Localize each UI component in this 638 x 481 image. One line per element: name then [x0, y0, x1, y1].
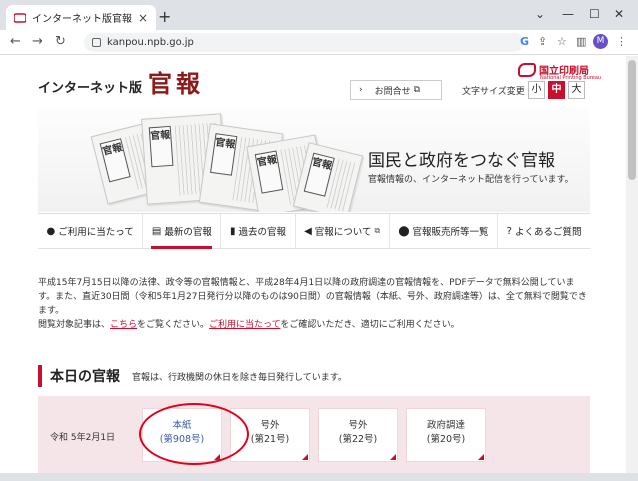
today-issues-panel: 令和 5年2月1日 本紙 (第908号) 号外 (第21号) 号外 (第22号)… [38, 396, 590, 473]
main-nav: ● ご利用に当たって ▤ 最新の官報 ▮ 過去の官報 ◀ 官報について ⧉ ⬤ … [38, 213, 590, 249]
font-size-large-button[interactable]: 大 [568, 81, 585, 99]
lock-icon [92, 38, 101, 47]
font-size-medium-button[interactable]: 中 [548, 81, 565, 99]
reload-icon[interactable]: ↻ [55, 34, 66, 49]
question-icon: ? [506, 225, 512, 237]
menu-dots-icon[interactable]: ⋮ [616, 35, 627, 48]
forward-icon[interactable]: → [32, 34, 43, 49]
today-description: 官報は、行政機関の休日を除き毎日発行しています。 [132, 372, 347, 383]
close-tab-icon[interactable]: × [138, 11, 148, 25]
issue-procurement-button[interactable]: 政府調達 (第20号) [406, 408, 486, 462]
nav-sales-offices[interactable]: ⬤ 官報販売所等一覧 [390, 214, 499, 248]
map-pin-icon: ⬤ [398, 225, 410, 237]
corner-arrow-icon [478, 454, 484, 460]
issue-date: 令和 5年2月1日 [50, 433, 116, 443]
logo-main: 官報 [148, 69, 205, 98]
font-size-label: 文字サイズ変更 [462, 87, 525, 97]
profile-avatar[interactable]: M [593, 34, 608, 49]
browser-tab-bar: インターネット版官報 × + ⌄ — ☐ ✕ [0, 0, 638, 30]
nav-about[interactable]: ◀ 官報について ⧉ [296, 214, 390, 248]
intro-paragraph: 平成15年7月15日以降の法律、政令等の官報情報と、平成28年4月1日以降の政府… [38, 278, 587, 316]
tab-search-icon[interactable]: ⌄ [535, 7, 545, 21]
chevron-right-icon: › [359, 85, 363, 95]
hero-banner: 官報 官報 官報 官報 官報 国民と政府をつなぐ官報 官報情報の、インターネット… [38, 108, 590, 212]
book-icon: ▮ [229, 225, 236, 237]
address-toolbar: ← → ↻ kanpou.npb.go.jp G ⇪ ☆ ▥ ⋮ [0, 30, 638, 55]
share-icon[interactable]: ⇪ [538, 35, 547, 48]
nav-usage-guide[interactable]: ● ご利用に当たって [38, 214, 144, 248]
scrollbar-thumb[interactable] [628, 60, 636, 180]
window-bottom-edge [0, 473, 638, 481]
tab-title: インターネット版官報 [32, 14, 132, 25]
site-favicon-icon [14, 12, 26, 23]
contact-button[interactable]: › お問合せ ⧉ [350, 80, 442, 100]
page-viewport: インターネット版 官報 国立印刷局 National Printing Bure… [0, 56, 626, 473]
today-title: 本日の官報 [50, 369, 120, 385]
page-scrollbar[interactable] [626, 56, 638, 473]
megaphone-icon: ◀ [304, 225, 312, 237]
google-icon[interactable]: G [520, 35, 529, 48]
logo-prefix: インターネット版 [38, 81, 143, 96]
maximize-icon[interactable]: ☐ [589, 7, 600, 21]
new-tab-button[interactable]: + [158, 7, 171, 26]
nav-archive[interactable]: ▮ 過去の官報 [221, 214, 296, 248]
corner-arrow-icon [302, 454, 308, 460]
intro-text: 平成15年7月15日以降の法律、政令等の官報情報と、平成28年4月1日以降の政府… [38, 276, 590, 332]
minimize-icon[interactable]: — [562, 7, 574, 21]
nav-latest[interactable]: ▤ 最新の官報 [143, 214, 222, 249]
url-text: kanpou.npb.go.jp [107, 37, 194, 48]
hero-subtagline: 官報情報の、インターネット配信を行っています。 [368, 175, 574, 185]
corner-arrow-icon [390, 454, 396, 460]
hero-tagline: 国民と政府をつなぐ官報 [368, 151, 555, 171]
side-panel-icon[interactable]: ▥ [576, 35, 586, 48]
npb-logo[interactable]: 国立印刷局 National Printing Bureau [518, 62, 601, 81]
today-heading: 本日の官報 官報は、行政機関の休日を除き毎日発行しています。 [38, 365, 347, 387]
newspaper-icon: ▤ [151, 225, 162, 237]
nav-faq[interactable]: ? よくあるご質問 [498, 214, 590, 248]
npb-mark-icon [518, 62, 536, 77]
external-window-icon: ⧉ [413, 85, 421, 95]
annotation-circle [139, 403, 249, 465]
target-articles-link[interactable]: こちら [110, 320, 137, 330]
font-size-small-button[interactable]: 小 [528, 81, 545, 99]
url-bar[interactable]: kanpou.npb.go.jp [84, 33, 524, 52]
bookmark-star-icon[interactable]: ☆ [557, 35, 567, 48]
external-window-icon: ⧉ [374, 226, 381, 235]
close-window-icon[interactable]: ✕ [614, 7, 624, 21]
browser-tab[interactable]: インターネット版官報 × [6, 5, 156, 30]
issue-extra-22-button[interactable]: 号外 (第22号) [318, 408, 398, 462]
back-icon[interactable]: ← [10, 34, 21, 49]
contact-label: お問合せ [374, 86, 411, 97]
info-icon: ● [46, 225, 56, 237]
site-logo[interactable]: インターネット版 官報 [38, 64, 204, 99]
intro-links-line: 閲覧対象記事は、こちらをご覧ください。ご利用に当たってをご確認いただき、適切にご… [38, 320, 460, 330]
usage-guide-link[interactable]: ご利用に当たって [209, 320, 280, 330]
